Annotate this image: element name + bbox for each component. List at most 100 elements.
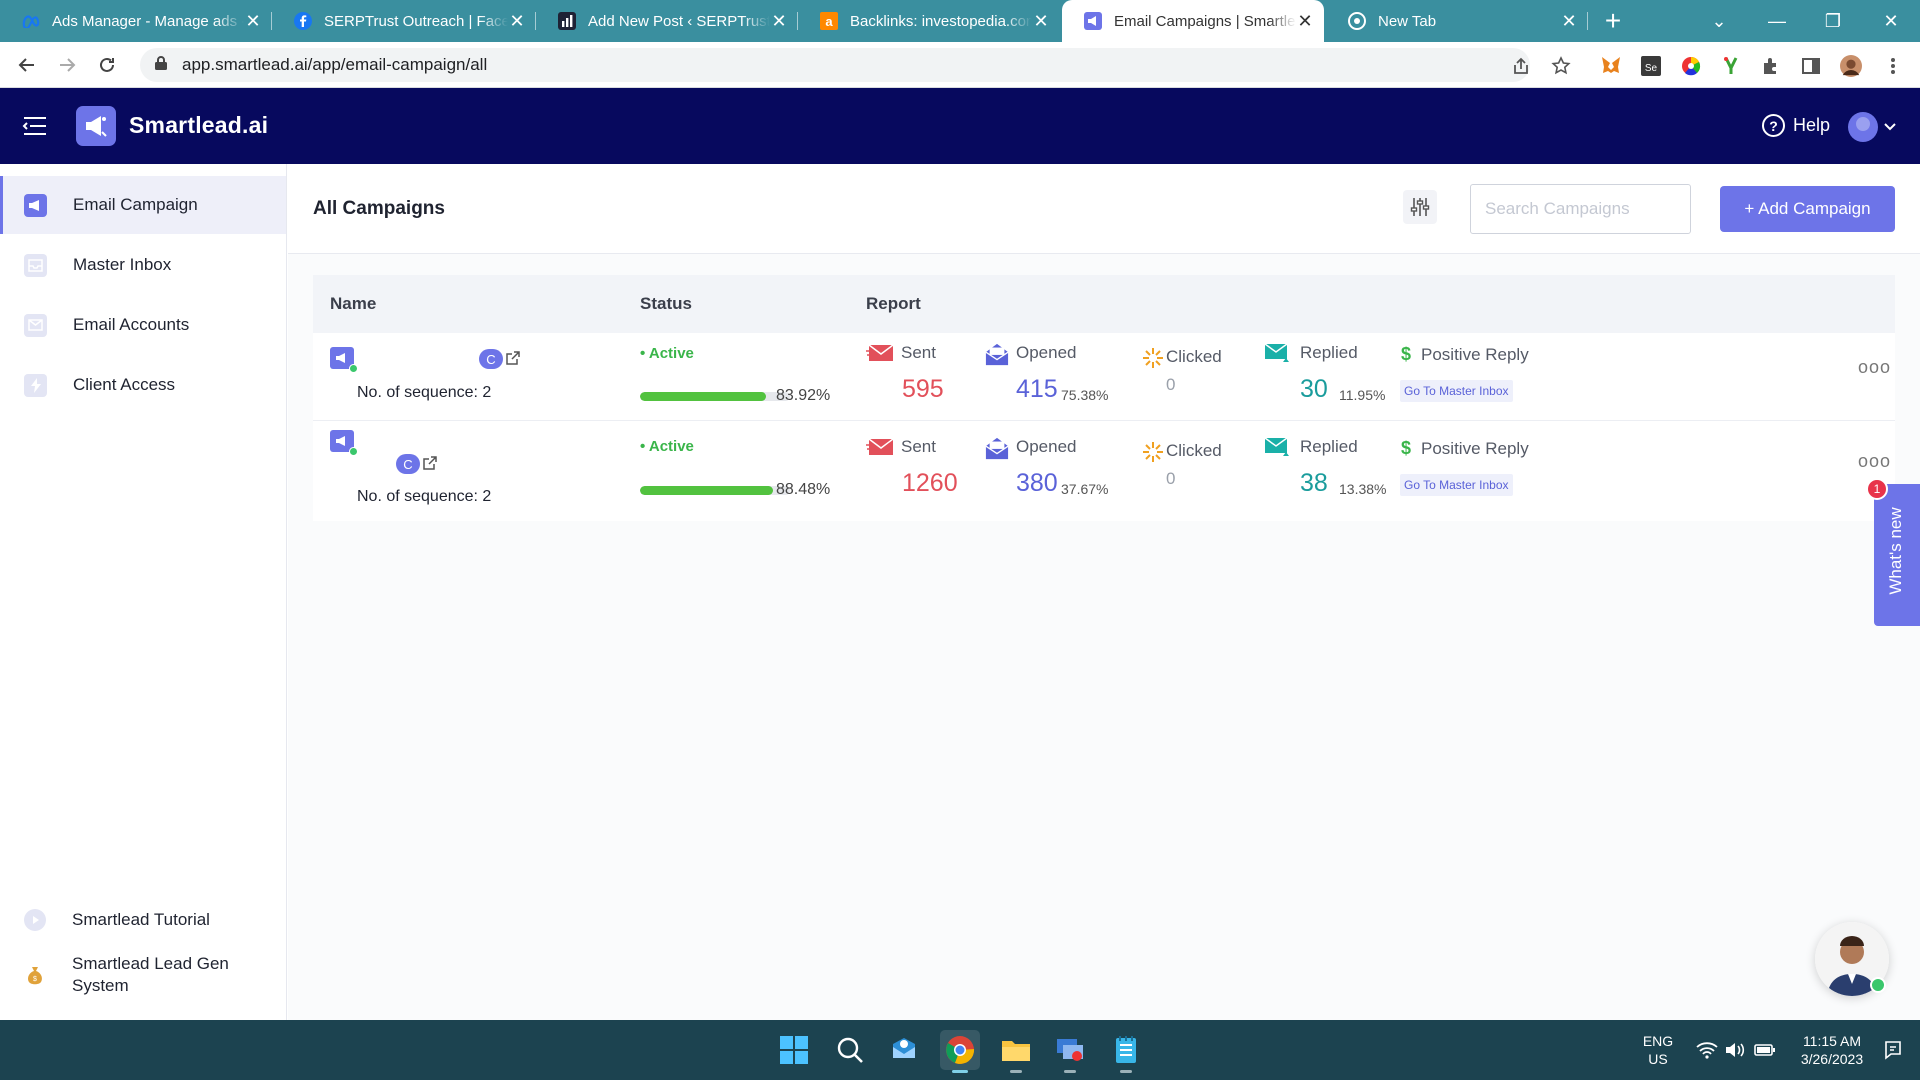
replied-envelope-icon	[1264, 343, 1289, 362]
brand-name[interactable]: Smartlead.ai	[129, 112, 268, 139]
new-tab-button[interactable]: +	[1598, 6, 1628, 36]
megaphone-icon	[24, 193, 47, 217]
browser-tab-smartlead[interactable]: Email Campaigns | Smartlead ✕	[1062, 0, 1324, 42]
table-row[interactable]: C No. of sequence: 2 • Active 83.92% Sen…	[313, 333, 1895, 421]
close-icon[interactable]: ✕	[1296, 11, 1314, 32]
search-campaigns-input[interactable]	[1470, 184, 1691, 234]
chrome-taskbar-icon[interactable]	[940, 1030, 980, 1073]
bookmark-star-icon[interactable]	[1550, 55, 1572, 77]
progress-bar	[640, 392, 790, 401]
omnibox[interactable]: app.smartlead.ai/app/email-campaign/all	[140, 48, 1530, 82]
sidebar-item-email-accounts[interactable]: Email Accounts	[0, 296, 286, 354]
extensions-puzzle-icon[interactable]	[1760, 55, 1782, 77]
external-link-icon[interactable]	[505, 351, 520, 366]
more-options-icon[interactable]: ooo	[1858, 357, 1891, 378]
tab-title: Backlinks: investopedia.com	[850, 12, 1032, 30]
back-icon[interactable]	[12, 50, 42, 80]
close-icon[interactable]: ✕	[770, 11, 788, 32]
progress-bar	[640, 486, 790, 495]
click-burst-icon	[1143, 348, 1163, 368]
go-to-master-inbox-button[interactable]: Go To Master Inbox	[1400, 380, 1513, 402]
side-panel-icon[interactable]	[1800, 55, 1822, 77]
browser-tab-bar: Ads Manager - Manage ads - Campaigns ✕ S…	[0, 0, 1920, 42]
money-bag-icon: $	[24, 964, 46, 986]
sidebar-item-email-campaign[interactable]: Email Campaign	[0, 176, 286, 234]
replied-count: 30	[1300, 375, 1328, 403]
user-menu[interactable]	[1848, 112, 1896, 142]
filter-button[interactable]	[1403, 190, 1437, 224]
color-wheel-extension-icon[interactable]	[1680, 55, 1702, 77]
minimize-icon[interactable]: —	[1752, 0, 1802, 42]
sidebar-item-label: Smartlead Lead Gen System	[72, 954, 229, 995]
campaign-megaphone-icon	[330, 430, 358, 456]
positive-reply-label: Positive Reply	[1421, 439, 1529, 458]
play-icon	[24, 909, 46, 931]
system-clock[interactable]: 11:15 AM 3/26/2023	[1792, 1032, 1872, 1068]
opened-count: 380	[1016, 469, 1058, 497]
window-close-icon[interactable]: ✕	[1866, 0, 1916, 42]
profile-avatar[interactable]	[1840, 55, 1862, 77]
client-badge[interactable]: C	[396, 454, 420, 474]
sidebar-item-lead-gen[interactable]: $ Smartlead Lead Gen System	[0, 950, 286, 1000]
smartlead-icon	[1084, 12, 1102, 30]
sidebar-item-label: Smartlead Tutorial	[72, 910, 210, 929]
close-icon[interactable]: ✕	[1560, 11, 1578, 32]
metamask-extension-icon[interactable]	[1600, 55, 1622, 77]
column-header-status: Status	[640, 294, 692, 313]
browser-tab-wordpress[interactable]: Add New Post ‹ SERPTrust — WordPress ✕	[536, 0, 798, 42]
browser-tab-backlinks[interactable]: a Backlinks: investopedia.com ✕	[798, 0, 1060, 42]
sidebar-item-master-inbox[interactable]: Master Inbox	[0, 236, 286, 294]
close-icon[interactable]: ✕	[244, 11, 262, 32]
client-badge[interactable]: C	[479, 349, 503, 369]
progress-percent: 83.92%	[776, 387, 831, 404]
tab-search-icon[interactable]: ⌄	[1694, 0, 1744, 42]
notepad-icon[interactable]	[1106, 1030, 1146, 1073]
forward-icon[interactable]	[52, 50, 82, 80]
dollar-icon: $	[1401, 438, 1412, 458]
opened-label: Opened	[1016, 437, 1077, 456]
browser-menu-icon[interactable]	[1882, 55, 1904, 77]
smartlead-logo-icon[interactable]	[76, 106, 116, 146]
whats-new-label: What's new	[1886, 507, 1905, 595]
tab-title: Ads Manager - Manage ads - Campaigns	[52, 12, 244, 30]
column-header-report: Report	[866, 294, 921, 313]
wifi-icon[interactable]	[1694, 1030, 1720, 1070]
sequence-count: No. of sequence: 2	[357, 384, 492, 401]
share-icon[interactable]	[1510, 55, 1532, 77]
add-campaign-button[interactable]: + Add Campaign	[1720, 186, 1895, 232]
outlook-icon[interactable]	[884, 1030, 924, 1070]
more-options-icon[interactable]: ooo	[1858, 451, 1891, 472]
browser-tab-facebook[interactable]: SERPTrust Outreach | Facebook ✕	[272, 0, 536, 42]
selenium-extension-icon[interactable]: Se	[1640, 55, 1662, 77]
search-icon[interactable]	[830, 1030, 870, 1070]
restore-icon[interactable]: ❐	[1808, 0, 1858, 42]
help-label: Help	[1793, 115, 1831, 135]
external-link-icon[interactable]	[422, 456, 437, 471]
file-explorer-icon[interactable]	[996, 1030, 1036, 1073]
bolt-icon	[24, 373, 47, 397]
menu-toggle-icon[interactable]	[22, 113, 48, 139]
go-to-master-inbox-button[interactable]: Go To Master Inbox	[1400, 474, 1513, 496]
sidebar-item-client-access[interactable]: Client Access	[0, 356, 286, 414]
browser-tab-new-tab[interactable]: New Tab ✕	[1326, 0, 1588, 42]
sidebar-item-label: Client Access	[73, 375, 176, 394]
table-row[interactable]: C No. of sequence: 2 • Active 88.48% Sen…	[313, 421, 1895, 521]
help-button[interactable]: ? Help	[1762, 114, 1830, 137]
whats-new-tab[interactable]: What's new	[1874, 484, 1920, 626]
browser-tab-ads-manager[interactable]: Ads Manager - Manage ads - Campaigns ✕	[0, 0, 272, 42]
keyboard-language[interactable]: ENG US	[1636, 1032, 1680, 1068]
windows-start-icon[interactable]	[774, 1030, 814, 1070]
sidebar-item-tutorial[interactable]: Smartlead Tutorial	[0, 900, 286, 940]
notifications-icon[interactable]	[1878, 1030, 1908, 1070]
reload-icon[interactable]	[92, 50, 122, 80]
positive-reply-label: Positive Reply	[1421, 345, 1529, 364]
close-icon[interactable]: ✕	[1032, 11, 1050, 32]
remote-desktop-icon[interactable]	[1050, 1030, 1090, 1073]
close-icon[interactable]: ✕	[508, 11, 526, 32]
opened-envelope-icon	[985, 343, 1009, 366]
seo-extension-icon[interactable]	[1720, 55, 1742, 77]
battery-icon[interactable]	[1752, 1030, 1778, 1070]
volume-icon[interactable]	[1722, 1030, 1748, 1070]
url-text: app.smartlead.ai/app/email-campaign/all	[182, 55, 488, 74]
table-header: Name Status Report	[313, 275, 1895, 333]
